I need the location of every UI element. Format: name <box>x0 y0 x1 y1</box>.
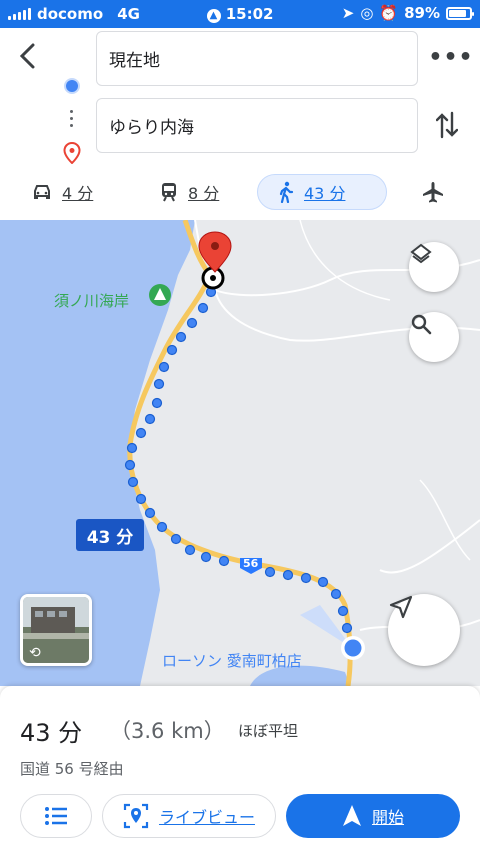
walk-icon <box>279 181 294 203</box>
clock: 15:02 <box>225 5 274 23</box>
swap-button[interactable] <box>430 108 464 142</box>
plane-icon <box>423 182 443 203</box>
layers-button[interactable] <box>409 242 459 292</box>
destination-text: ゆらり内海 <box>109 118 194 138</box>
destination-field[interactable]: ゆらり内海 <box>96 98 418 153</box>
status-bar: docomo 4G ▲ 15:02 ➤ ◎ ⏰ 89% <box>0 0 480 28</box>
origin-dot-icon <box>66 80 78 92</box>
mode-driving-label: 4 分 <box>62 184 94 203</box>
mode-walking-label: 43 分 <box>304 184 346 203</box>
route-dots-icon <box>70 110 74 131</box>
summary-via: 国道 56 号経由 <box>20 760 124 778</box>
layers-icon <box>410 243 432 264</box>
map-view[interactable]: 須ノ川海岸 56 ローソン 愛南町柏店 43 分 ⟲ <box>0 220 480 686</box>
park-marker-icon <box>149 284 171 306</box>
back-arrow-icon <box>19 43 35 69</box>
back-button[interactable] <box>10 38 46 74</box>
beach-label[interactable]: 須ノ川海岸 <box>54 290 129 311</box>
navigation-arrow-icon: ➤ <box>341 4 355 22</box>
summary-time: 43 分 <box>20 719 83 747</box>
summary-terrain: ほぼ平坦 <box>238 722 299 740</box>
mode-transit[interactable]: 8 分 <box>160 174 219 210</box>
summary-distance: （3.6 km） <box>110 719 225 743</box>
battery-percentage: 89% <box>404 4 440 22</box>
recenter-button[interactable] <box>388 594 460 666</box>
route-summary-sheet: 43 分 （3.6 km） ほぼ平坦 国道 56 号経由 ライブビュー 開始 <box>0 686 480 854</box>
orientation-lock-icon: ◎ <box>360 4 374 22</box>
store-label[interactable]: ローソン 愛南町柏店 <box>162 650 302 671</box>
travel-modes: 4 分 8 分 43 分 <box>0 174 480 214</box>
origin-field[interactable]: 現在地 <box>96 31 418 86</box>
mode-flight[interactable] <box>422 174 444 210</box>
battery-icon <box>446 6 474 20</box>
start-navigation-button[interactable]: 開始 <box>286 794 460 838</box>
location-icon: ▲ <box>206 9 221 23</box>
live-view-icon <box>123 803 149 829</box>
mode-transit-label: 8 分 <box>188 184 220 203</box>
more-dots-icon: ••• <box>428 44 474 70</box>
list-icon <box>45 807 67 825</box>
swap-arrows-icon <box>436 111 458 139</box>
alarm-icon: ⏰ <box>379 4 399 22</box>
origin-text: 現在地 <box>109 51 160 71</box>
mode-walking[interactable]: 43 分 <box>257 174 387 210</box>
live-view-label: ライブビュー <box>158 808 255 827</box>
search-button[interactable] <box>409 312 459 362</box>
start-label: 開始 <box>371 808 404 827</box>
more-options-button[interactable]: ••• <box>428 42 472 72</box>
destination-pin-icon <box>63 142 81 164</box>
directions-header: 現在地 ゆらり内海 ••• 4 分 8 分 43 分 <box>0 28 480 220</box>
car-icon <box>34 185 50 199</box>
navigation-start-icon <box>342 805 361 826</box>
street-view-thumbnail[interactable]: ⟲ <box>20 594 92 666</box>
current-location-icon <box>341 636 365 660</box>
train-icon <box>162 183 176 202</box>
rotate-360-icon: ⟲ <box>29 645 41 661</box>
search-icon <box>411 314 432 335</box>
steps-list-button[interactable] <box>20 794 92 838</box>
road-number-label: 56 <box>243 557 259 570</box>
mode-driving[interactable]: 4 分 <box>32 174 93 210</box>
live-view-button[interactable]: ライブビュー <box>102 794 276 838</box>
navigation-arrow-icon <box>389 595 413 619</box>
route-time-label[interactable]: 43 分 <box>76 519 144 551</box>
